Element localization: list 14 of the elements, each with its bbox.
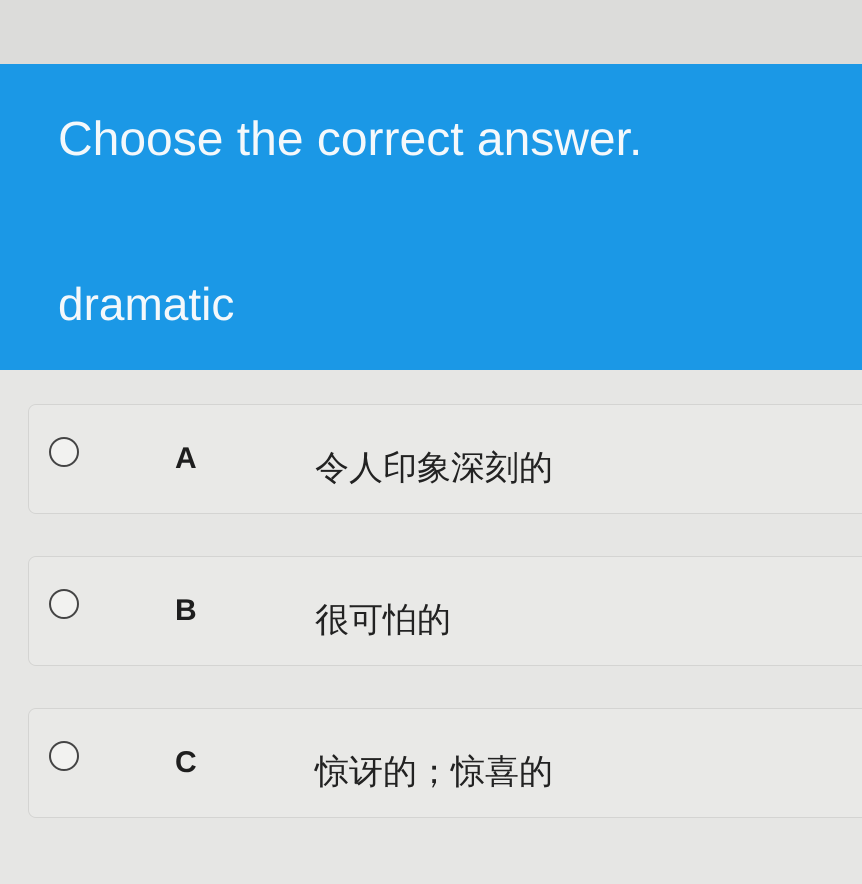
- answer-option[interactable]: A 令人印象深刻的: [28, 404, 862, 514]
- radio-button[interactable]: [49, 589, 79, 620]
- option-text: 很可怕的: [315, 600, 451, 642]
- option-text: 令人印象深刻的: [315, 448, 553, 490]
- option-letter: C: [175, 746, 198, 780]
- option-letter: A: [175, 442, 198, 476]
- question-word: dramatic: [58, 278, 236, 332]
- option-letter: B: [175, 594, 198, 628]
- instruction-text: Choose the correct answer.: [58, 112, 644, 168]
- radio-button[interactable]: [49, 437, 79, 468]
- answer-option[interactable]: B 很可怕的: [28, 556, 862, 666]
- option-text: 惊讶的；惊喜的: [315, 752, 553, 794]
- radio-button[interactable]: [49, 741, 79, 772]
- answer-option[interactable]: C 惊讶的；惊喜的: [28, 708, 862, 818]
